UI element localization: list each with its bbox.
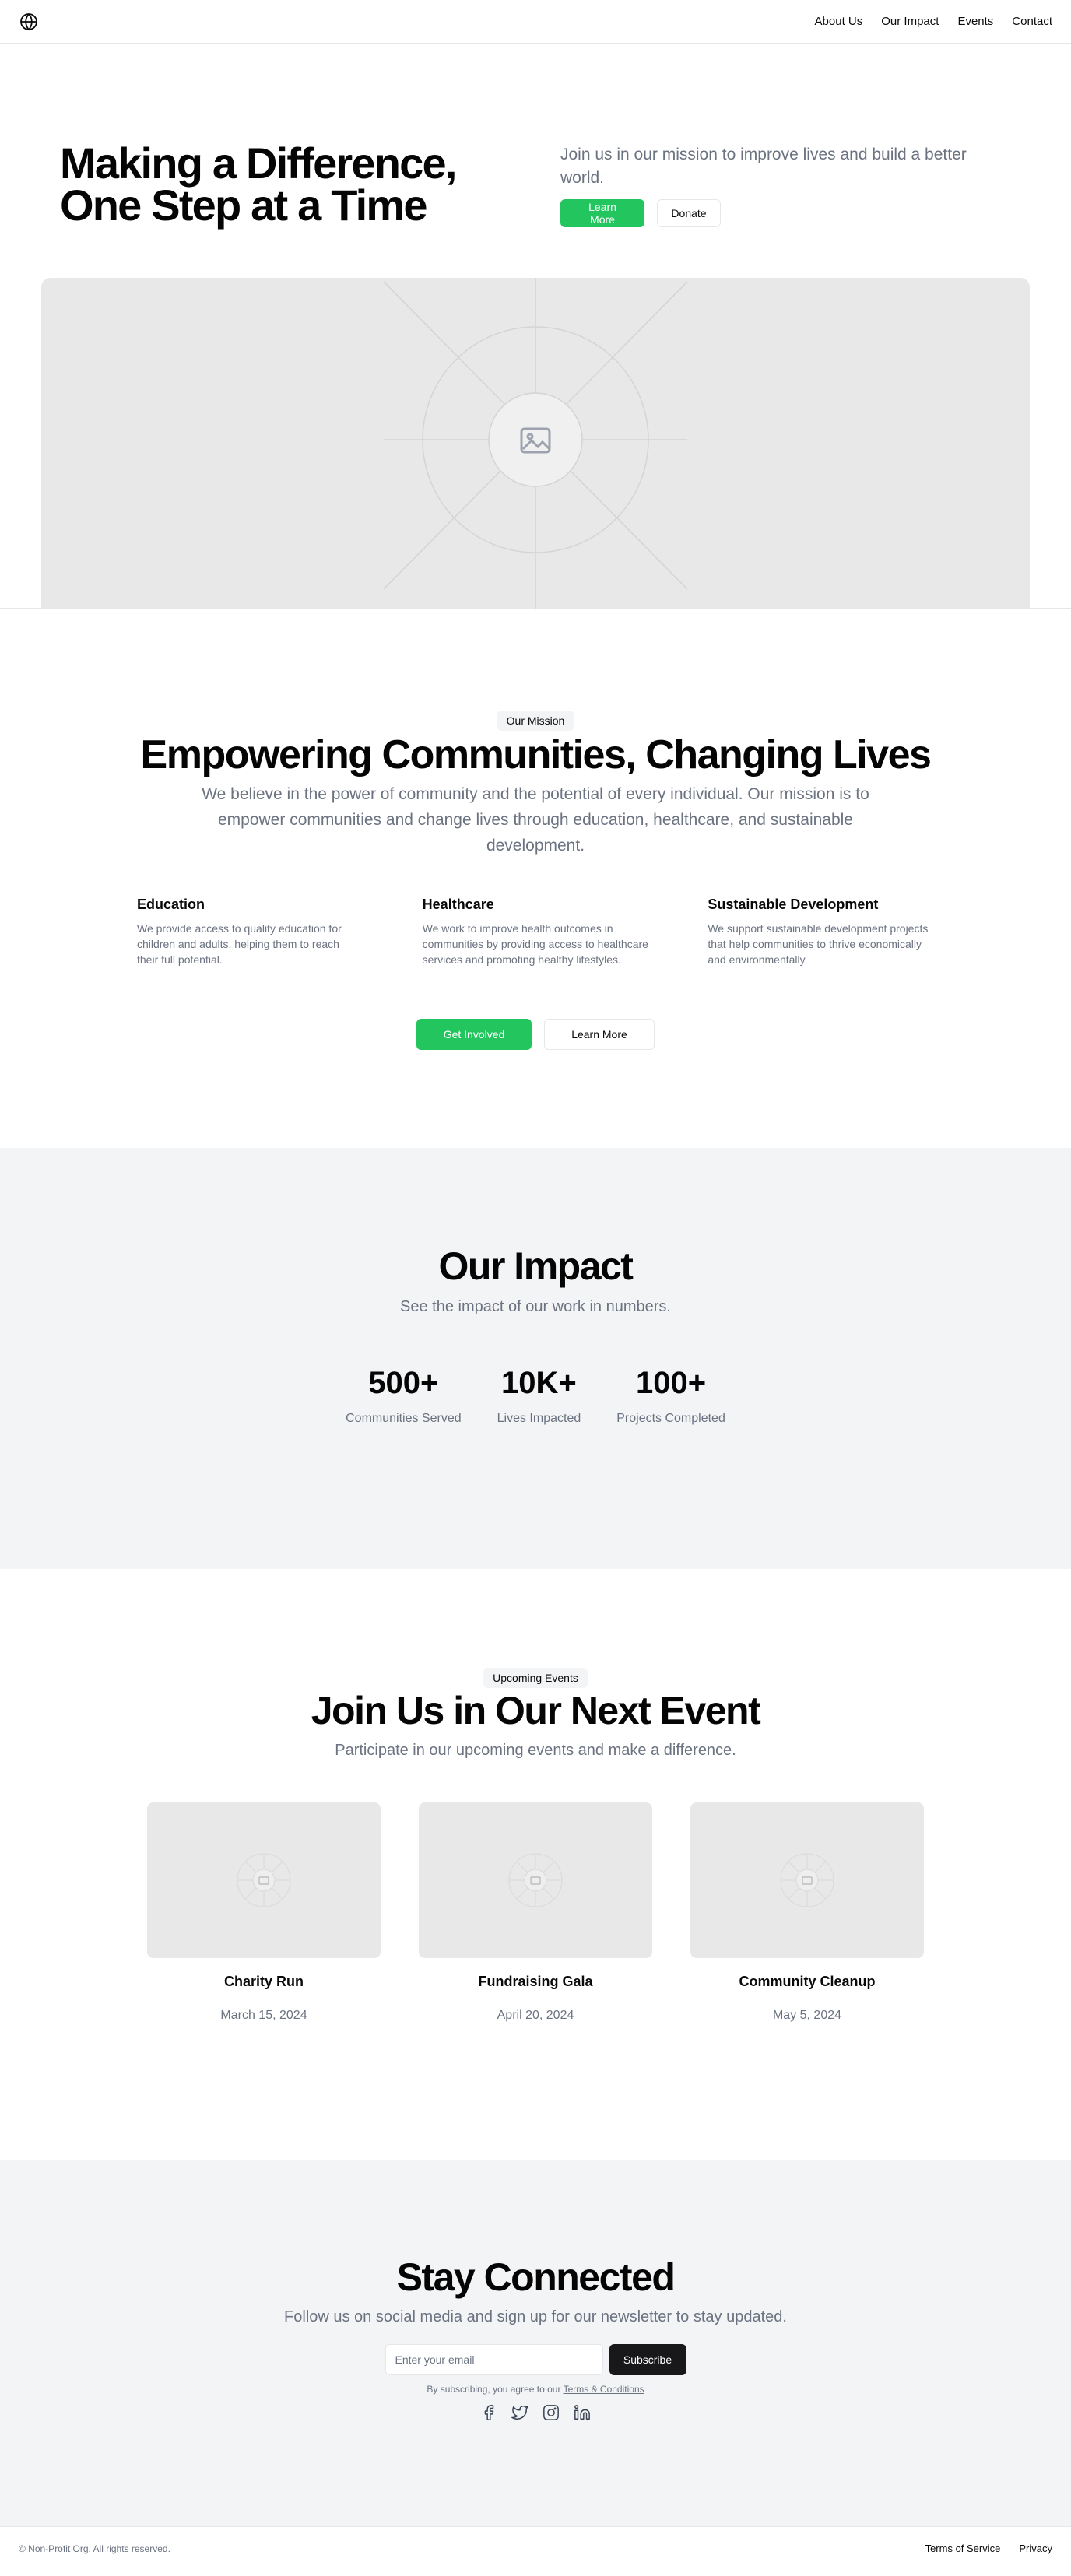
stat-value: 10K+	[501, 1366, 577, 1400]
terms-link[interactable]: Terms & Conditions	[564, 2384, 644, 2395]
learn-more-button[interactable]: Learn More	[560, 199, 644, 227]
impact-stats: 500+ Communities Served 10K+ Lives Impac…	[0, 1366, 1071, 1426]
mission-features: Education We provide access to quality e…	[137, 897, 934, 967]
privacy-link[interactable]: Privacy	[1019, 2543, 1052, 2554]
terms-notice: By subscribing, you agree to our Terms &…	[0, 2384, 1071, 2395]
stat-label: Communities Served	[346, 1412, 462, 1425]
page: About Us Our Impact Events Contact Makin…	[0, 0, 1071, 2576]
globe-icon[interactable]	[19, 12, 39, 32]
mission-learn-more-button[interactable]: Learn More	[544, 1019, 655, 1050]
stat-lives: 10K+ Lives Impacted	[497, 1366, 581, 1426]
events-subtitle: Participate in our upcoming events and m…	[335, 1742, 736, 1759]
stat-projects: 100+ Projects Completed	[616, 1366, 725, 1426]
feature-text: We support sustainable development proje…	[708, 922, 929, 966]
nav-contact[interactable]: Contact	[1012, 15, 1052, 28]
hero-buttons: Learn More Donate	[560, 199, 721, 227]
impact-section: Our Impact See the impact of our work in…	[0, 1148, 1071, 1569]
mission-title: Empowering Communities, Changing Lives	[140, 732, 932, 777]
image-placeholder-icon	[518, 423, 553, 458]
facebook-icon[interactable]	[479, 2402, 499, 2423]
subscribe-button[interactable]: Subscribe	[609, 2344, 686, 2375]
connect-subtitle: Follow us on social media and sign up fo…	[284, 2308, 787, 2325]
footer-nav: Terms of Service Privacy	[925, 2543, 1052, 2554]
linkedin-icon[interactable]	[572, 2402, 592, 2423]
instagram-icon[interactable]	[541, 2402, 561, 2423]
impact-title: Our Impact	[438, 1244, 634, 1288]
event-image-placeholder	[690, 1802, 924, 1958]
nav-our-impact[interactable]: Our Impact	[881, 15, 939, 28]
donate-button[interactable]: Donate	[657, 199, 721, 227]
stat-value: 500+	[368, 1366, 439, 1400]
feature-education: Education We provide access to quality e…	[137, 897, 363, 967]
stat-label: Projects Completed	[616, 1412, 725, 1425]
event-name: Community Cleanup	[739, 1974, 876, 1989]
feature-text: We provide access to quality education f…	[137, 922, 342, 966]
events-section: Upcoming Events Join Us in Our Next Even…	[0, 1569, 1071, 2160]
event-image-placeholder	[147, 1802, 381, 1958]
event-date: April 20, 2024	[497, 2009, 574, 2022]
event-card[interactable]: Charity Run March 15, 2024	[147, 1802, 381, 2023]
copyright: © Non-Profit Org. All rights reserved.	[19, 2543, 170, 2554]
hero-image-placeholder	[41, 278, 1030, 609]
mission-section: Our Mission Empowering Communities, Chan…	[0, 609, 1071, 1148]
event-date: May 5, 2024	[772, 2009, 842, 2022]
events-title: Join Us in Our Next Event	[311, 1689, 761, 1732]
terms-of-service-link[interactable]: Terms of Service	[925, 2543, 1001, 2554]
event-name: Charity Run	[223, 1974, 304, 1989]
mission-badge: Our Mission	[497, 711, 574, 731]
event-card[interactable]: Community Cleanup May 5, 2024	[690, 1802, 924, 2023]
event-cards: Charity Run March 15, 2024 Fundraising G…	[147, 1802, 924, 2023]
stat-label: Lives Impacted	[497, 1412, 581, 1425]
events-badge: Upcoming Events	[483, 1668, 588, 1688]
nav-about-us[interactable]: About Us	[815, 15, 863, 28]
stat-value: 100+	[635, 1366, 707, 1400]
feature-sustainable-development: Sustainable Development We support susta…	[708, 897, 934, 967]
site-header: About Us Our Impact Events Contact	[0, 0, 1071, 44]
nav-events[interactable]: Events	[957, 15, 993, 28]
feature-healthcare: Healthcare We work to improve health out…	[423, 897, 649, 967]
newsletter-form: Subscribe	[0, 2344, 1071, 2375]
hero-subtitle: Join us in our mission to improve lives …	[560, 146, 967, 187]
mission-description: We believe in the power of community and…	[202, 785, 869, 855]
main-nav: About Us Our Impact Events Contact	[815, 15, 1052, 28]
mission-buttons: Get Involved Learn More	[0, 1019, 1071, 1050]
event-date: March 15, 2024	[220, 2009, 307, 2022]
connect-section: Stay Connected Follow us on social media…	[0, 2160, 1071, 2526]
event-name: Fundraising Gala	[478, 1974, 593, 1989]
event-image-placeholder	[419, 1802, 652, 1958]
event-card[interactable]: Fundraising Gala April 20, 2024	[419, 1802, 652, 2023]
connect-title: Stay Connected	[396, 2255, 676, 2299]
hero-title: Making a Difference, One Step at a Time	[60, 139, 457, 230]
social-links	[0, 2402, 1071, 2423]
terms-prefix: By subscribing, you agree to our	[427, 2384, 564, 2395]
stat-communities: 500+ Communities Served	[346, 1366, 462, 1426]
feature-title: Education	[137, 897, 205, 912]
feature-text: We work to improve health outcomes in co…	[422, 922, 648, 966]
impact-subtitle: See the impact of our work in numbers.	[400, 1298, 671, 1315]
twitter-icon[interactable]	[510, 2402, 530, 2423]
site-footer: © Non-Profit Org. All rights reserved. T…	[0, 2526, 1071, 2570]
get-involved-button[interactable]: Get Involved	[416, 1019, 532, 1050]
email-input[interactable]	[385, 2344, 603, 2375]
feature-title: Sustainable Development	[708, 897, 879, 912]
feature-title: Healthcare	[422, 897, 494, 912]
hero-section: Making a Difference, One Step at a Time …	[0, 44, 1071, 609]
